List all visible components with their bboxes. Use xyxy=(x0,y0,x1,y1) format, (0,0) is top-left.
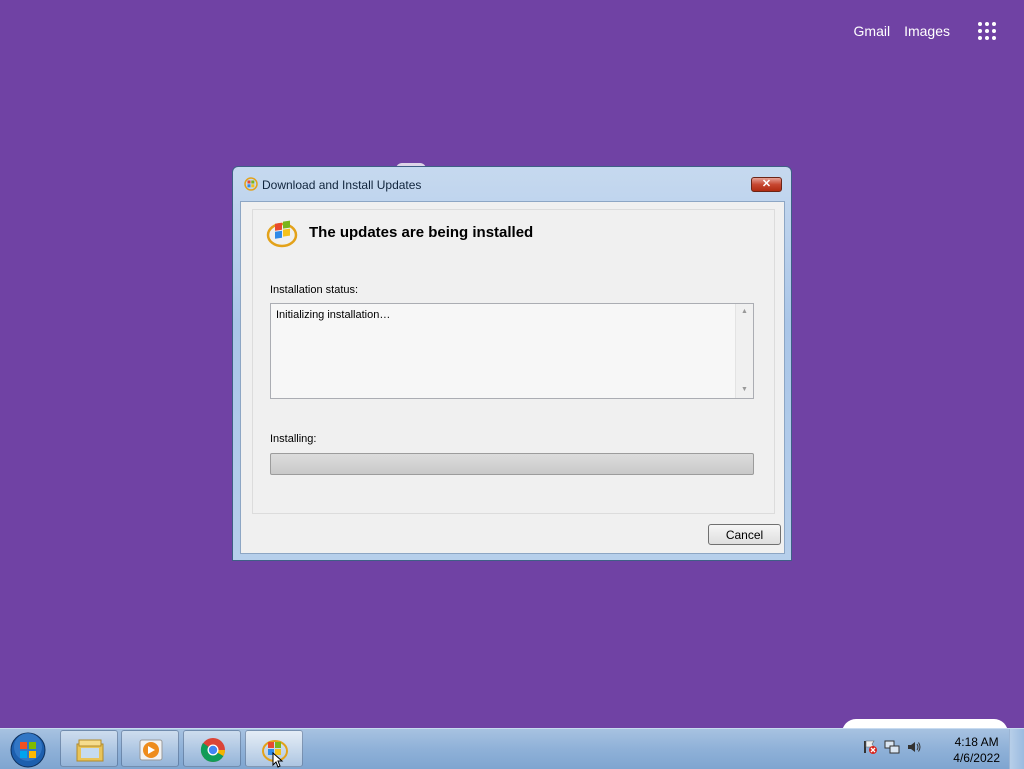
installation-status-label: Installation status: xyxy=(270,284,359,296)
start-orb-icon[interactable] xyxy=(4,730,48,768)
scroll-down-icon[interactable]: ▼ xyxy=(736,382,753,398)
dialog-titlebar[interactable]: Download and Install Updates ✕ xyxy=(233,167,791,201)
dialog-heading: The updates are being installed xyxy=(309,224,534,241)
scroll-up-icon[interactable]: ▲ xyxy=(736,304,753,320)
installation-status-text: Initializing installation… xyxy=(276,309,391,321)
dialog-client-area: The updates are being installed Installa… xyxy=(240,201,785,554)
content-panel: The updates are being installed Installa… xyxy=(252,209,775,514)
show-desktop-button[interactable] xyxy=(1009,729,1024,769)
gmail-link[interactable]: Gmail xyxy=(854,23,891,39)
clock-time: 4:18 AM xyxy=(954,735,999,749)
cancel-button[interactable]: Cancel xyxy=(708,524,781,545)
system-tray xyxy=(862,739,922,755)
update-dialog: Download and Install Updates ✕ The updat… xyxy=(232,166,792,561)
dialog-title: Download and Install Updates xyxy=(262,178,422,192)
taskbar-chrome[interactable] xyxy=(183,730,241,767)
status-scrollbar[interactable]: ▲ ▼ xyxy=(735,304,753,398)
google-top-links: Gmail Images xyxy=(854,22,996,40)
close-button[interactable]: ✕ xyxy=(751,177,782,192)
taskbar-clock[interactable]: 4:18 AM 4/6/2022 xyxy=(953,734,1000,766)
installation-status-textbox[interactable]: Initializing installation… ▲ ▼ xyxy=(270,303,754,399)
media-player-icon xyxy=(139,739,163,761)
taskbar: 4:18 AM 4/6/2022 xyxy=(0,728,1024,769)
windows-update-icon xyxy=(266,220,298,248)
file-explorer-icon xyxy=(76,739,104,762)
chrome-icon xyxy=(200,738,225,763)
clock-date: 4/6/2022 xyxy=(953,751,1000,765)
network-icon[interactable] xyxy=(884,739,900,755)
volume-icon[interactable] xyxy=(906,739,922,755)
mouse-cursor-icon xyxy=(272,752,284,768)
installation-progress-bar xyxy=(270,453,754,475)
windows-update-icon xyxy=(244,177,258,191)
installing-label: Installing: xyxy=(270,433,317,445)
taskbar-file-explorer[interactable] xyxy=(60,730,118,767)
images-link[interactable]: Images xyxy=(904,23,950,39)
taskbar-media-player[interactable] xyxy=(121,730,179,767)
close-icon: ✕ xyxy=(761,178,772,190)
apps-grid-icon[interactable] xyxy=(978,22,996,40)
action-center-icon[interactable] xyxy=(862,739,878,755)
